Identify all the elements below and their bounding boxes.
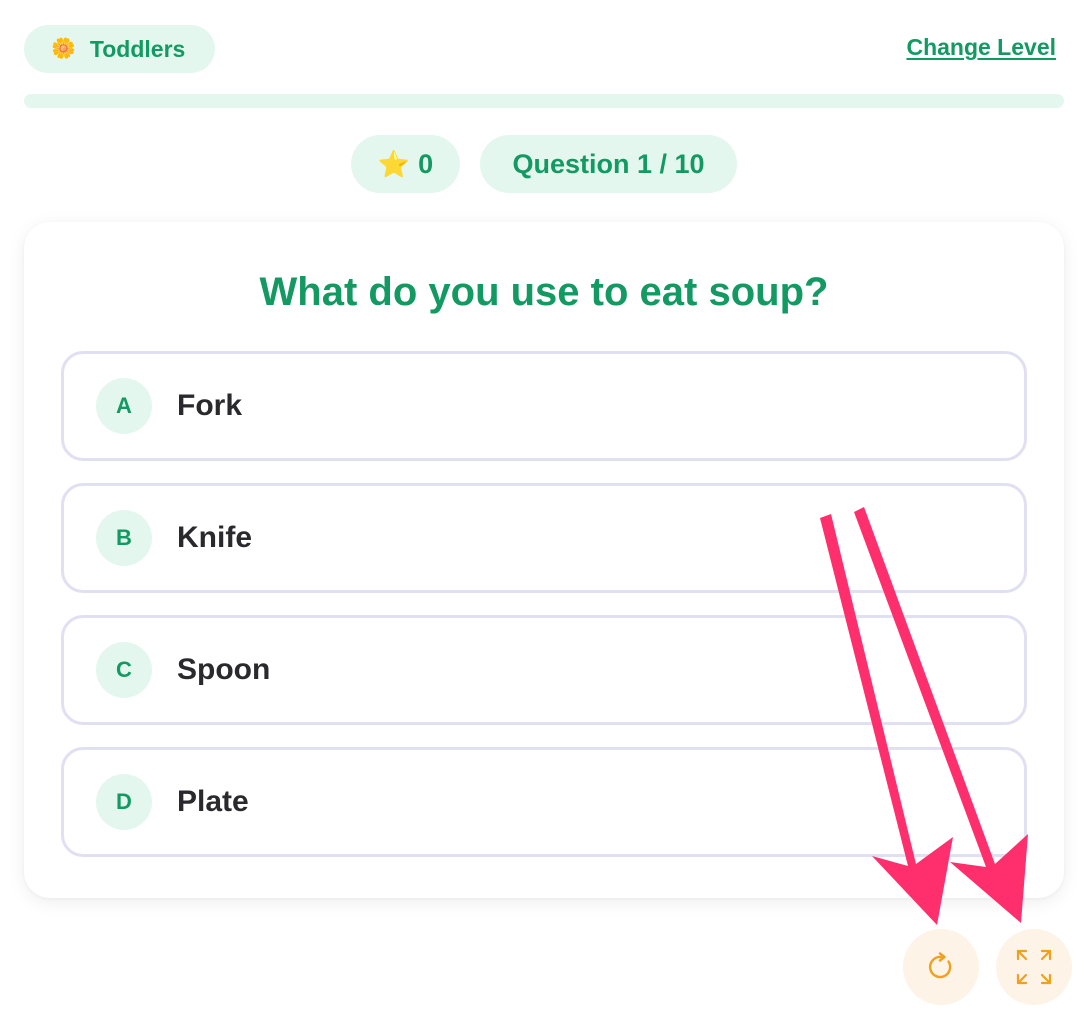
option-letter: C — [96, 642, 152, 698]
answer-option-a[interactable]: A Fork — [61, 351, 1027, 461]
level-badge: 🌼 Toddlers — [24, 25, 215, 73]
option-text: Fork — [177, 389, 243, 422]
option-text: Knife — [177, 521, 252, 554]
quiz-page: 🌼 Toddlers Change Level ⭐ 0 Question 1 /… — [0, 0, 1086, 1026]
answer-option-c[interactable]: C Spoon — [61, 615, 1027, 725]
restart-button[interactable] — [903, 929, 979, 1005]
progress-bar — [24, 94, 1064, 108]
option-text: Plate — [177, 785, 249, 818]
question-counter-badge: Question 1 / 10 — [480, 135, 737, 193]
stars-count: 0 — [418, 148, 434, 179]
answer-option-b[interactable]: B Knife — [61, 483, 1027, 593]
option-letter: B — [96, 510, 152, 566]
option-letter: D — [96, 774, 152, 830]
answer-option-d[interactable]: D Plate — [61, 747, 1027, 857]
option-letter: A — [96, 378, 152, 434]
star-icon: ⭐ — [377, 149, 411, 179]
question-counter: Question 1 / 10 — [512, 148, 705, 179]
option-text: Spoon — [177, 653, 271, 686]
question-card: What do you use to eat soup? A Fork B Kn… — [24, 222, 1064, 898]
fullscreen-icon — [1016, 949, 1052, 985]
change-level-link[interactable]: Change Level — [906, 34, 1056, 61]
stars-badge: ⭐ 0 — [351, 135, 460, 193]
sun-emoji-icon: 🌼 — [51, 38, 76, 60]
question-text: What do you use to eat soup? — [259, 270, 829, 314]
fullscreen-button[interactable] — [996, 929, 1072, 1005]
restart-icon — [928, 952, 952, 979]
level-label: Toddlers — [89, 35, 186, 62]
